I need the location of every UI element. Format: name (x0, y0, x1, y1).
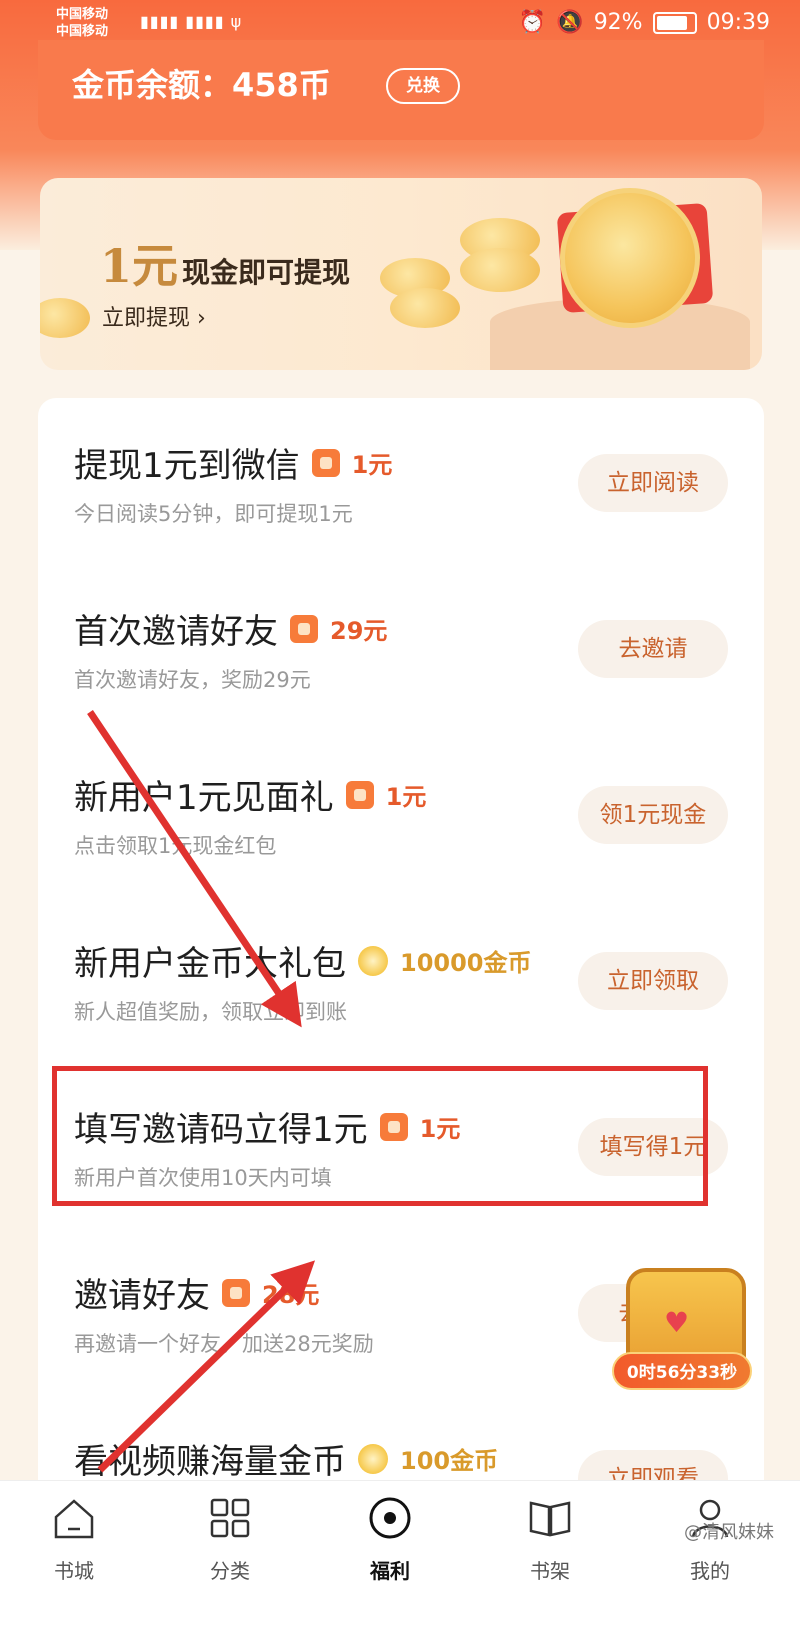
grid-icon (210, 1498, 250, 1538)
coin-reward-icon (358, 1443, 388, 1474)
task-action-button[interactable]: 立即领取 (578, 952, 728, 1010)
heart-icon: ♥ (664, 1306, 690, 1339)
reward-value: 29元 (330, 617, 388, 645)
coin-stack-icon (390, 288, 460, 328)
gold-coin-icon (560, 188, 700, 328)
cash-reward-icon (290, 614, 318, 643)
home-icon (54, 1499, 94, 1539)
cash-reward-icon (345, 780, 374, 809)
withdraw-now-link[interactable]: 立即提现 › (102, 300, 206, 332)
task-title: 填写邀请码立得1元 1元 (74, 1102, 460, 1151)
task-action-button[interactable]: 立即阅读 (578, 454, 728, 512)
task-row: 提现1元到微信 1元 今日阅读5分钟，即可提现1元 立即阅读 (38, 398, 764, 564)
task-title-text: 新用户1元见面礼 (74, 778, 334, 818)
reward-value: 1元 (385, 783, 427, 811)
coin-balance: 金币余额：458币 (72, 66, 331, 104)
coin-icon (40, 298, 90, 338)
banner-amount: 1元 (100, 239, 179, 293)
chest-countdown: 0时56分33秒 (612, 1352, 752, 1390)
task-title-text: 提现1元到微信 (74, 446, 300, 486)
banner-subtitle: 现金即可提现 (182, 256, 351, 289)
book-icon (529, 1501, 571, 1537)
task-row: 首次邀请好友 29元 首次邀请好友，奖励29元 去邀请 (38, 564, 764, 730)
battery-percent: 92% (593, 10, 643, 35)
watermark: @清风妹妹 (684, 1522, 774, 1543)
carrier-2: 中国移动 (56, 24, 109, 39)
task-title: 首次邀请好友 29元 (74, 604, 387, 653)
tab-label: 我的 (690, 1559, 730, 1583)
tab-label: 书城 (54, 1559, 94, 1583)
coin-stack-icon (460, 248, 540, 292)
carrier-info: 中国移动 中国移动 (56, 6, 108, 40)
task-title: 新用户金币大礼包 10000金币 (74, 936, 532, 985)
clock: 09:39 (706, 10, 770, 35)
carrier-1: 中国移动 (56, 7, 109, 22)
banner-title: 1元 现金即可提现 (100, 230, 350, 296)
task-desc: 点击领取1元现金红包 (74, 834, 277, 858)
battery-icon (652, 11, 697, 34)
task-desc: 再邀请一个好友，加送28元奖励 (74, 1332, 374, 1356)
reward-value: 1元 (419, 1115, 461, 1143)
task-title-text: 新用户金币大礼包 (74, 944, 346, 984)
task-action-button[interactable]: 填写得1元 (578, 1118, 728, 1176)
tab-label: 分类 (210, 1559, 250, 1583)
task-desc: 新用户首次使用10天内可填 (74, 1166, 332, 1190)
reward-value: 10000金币 (400, 949, 532, 977)
reward-value: 28元 (262, 1281, 320, 1309)
task-title-text: 填写邀请码立得1元 (74, 1110, 368, 1150)
treasure-chest[interactable]: ♥ 0时56分33秒 (612, 1258, 752, 1398)
task-row: 填写邀请码立得1元 1元 新用户首次使用10天内可填 填写得1元 (38, 1062, 764, 1228)
tab-bookshelf[interactable]: 书架 (500, 1495, 600, 1584)
task-row: 新用户金币大礼包 10000金币 新人超值奖励，领取立即到账 立即领取 (38, 896, 764, 1062)
tab-bookstore[interactable]: 书城 (24, 1495, 124, 1584)
exchange-button[interactable]: 兑换 (386, 68, 460, 104)
coin-reward-icon (358, 945, 388, 976)
mute-icon: 🔕 (556, 10, 584, 35)
tab-welfare[interactable]: 福利 (340, 1495, 440, 1584)
reward-value: 1元 (351, 451, 393, 479)
task-action-button[interactable]: 去邀请 (578, 620, 728, 678)
task-title: 看视频赚海量金币 100金币 (74, 1434, 498, 1483)
task-title: 邀请好友 28元 (74, 1268, 319, 1317)
task-desc: 今日阅读5分钟，即可提现1元 (74, 502, 353, 526)
task-action-button[interactable]: 领1元现金 (578, 786, 728, 844)
task-title-text: 看视频赚海量金币 (74, 1442, 346, 1482)
tab-category[interactable]: 分类 (180, 1495, 280, 1584)
alarm-icon: ⏰ (518, 10, 547, 35)
target-icon (369, 1497, 411, 1539)
coin-balance-card: 金币余额：458币 兑换 (38, 40, 764, 140)
tab-label: 福利 (370, 1559, 410, 1583)
cash-reward-icon (379, 1112, 408, 1141)
signal-icon: ▮▮▮▮ ▮▮▮▮ ψ (140, 12, 243, 31)
task-row: 新用户1元见面礼 1元 点击领取1元现金红包 领1元现金 (38, 730, 764, 896)
withdraw-banner[interactable]: 1元 现金即可提现 立即提现 › (40, 178, 762, 370)
task-title-text: 首次邀请好友 (74, 612, 278, 652)
task-desc: 首次邀请好友，奖励29元 (74, 668, 311, 692)
task-desc: 新人超值奖励，领取立即到账 (74, 1000, 347, 1024)
cash-reward-icon (222, 1278, 250, 1307)
task-title: 新用户1元见面礼 1元 (74, 770, 426, 819)
cash-reward-icon (311, 448, 340, 477)
bottom-tab-bar: 书城 分类 福利 书架 我的 (0, 1480, 800, 1645)
task-title: 提现1元到微信 1元 (74, 438, 392, 487)
task-title-text: 邀请好友 (74, 1276, 210, 1316)
reward-value: 100金币 (400, 1447, 499, 1475)
status-right: ⏰ 🔕 92% 09:39 (519, 10, 770, 35)
tab-label: 书架 (530, 1559, 570, 1583)
